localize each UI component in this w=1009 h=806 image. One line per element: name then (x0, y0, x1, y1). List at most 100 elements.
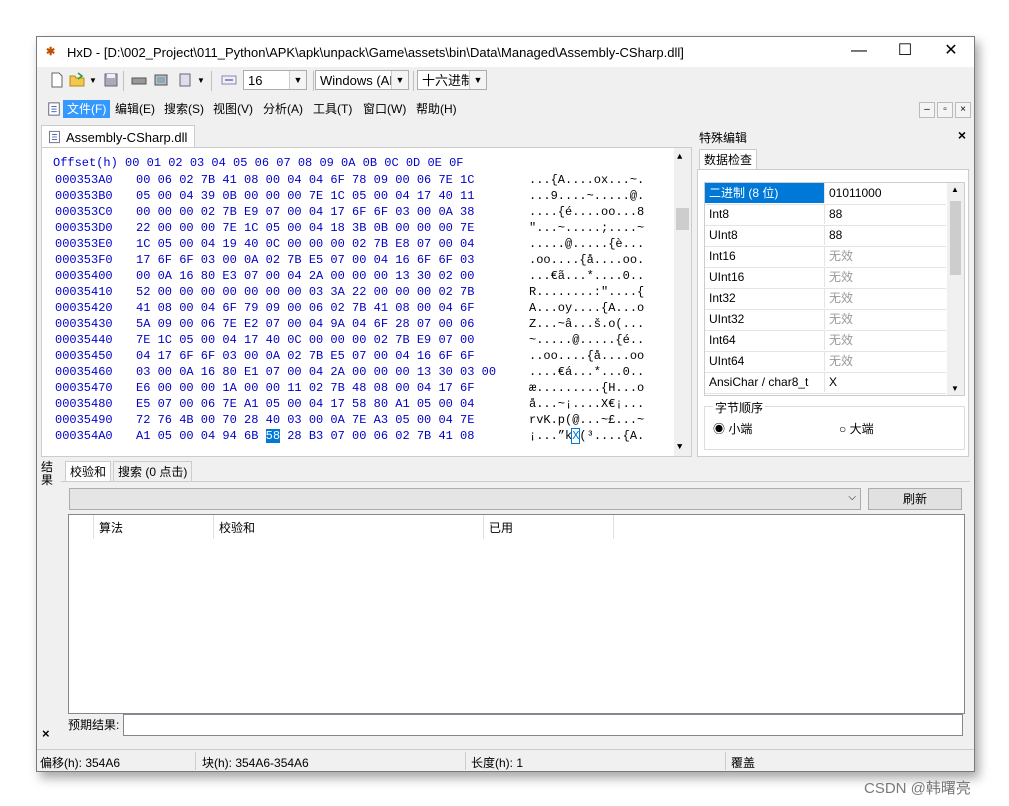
hex-row-bytes[interactable]: 7E 1C 05 00 04 17 40 0C 00 00 00 02 7B E… (136, 333, 474, 347)
results-close-icon[interactable]: × (42, 726, 50, 741)
hex-row-bytes[interactable]: 5A 09 00 06 7E E2 07 00 04 9A 04 6F 28 0… (136, 317, 474, 331)
inspector-value[interactable]: 无效 (827, 309, 948, 329)
menu-edit[interactable]: 编辑(E) (111, 100, 159, 118)
charset-select[interactable]: Windows (ANSI) ▼ (315, 70, 409, 90)
hex-row-text[interactable]: ...9....~.....@. (529, 189, 644, 203)
scroll-up-icon[interactable]: ▲ (951, 185, 959, 194)
hex-row[interactable]: 000354A0 A1 05 00 04 94 6B 58 28 B3 07 00… (42, 428, 672, 445)
text-segment[interactable]: ¡...”k (529, 429, 572, 443)
inspector-row[interactable]: UInt32 无效 (705, 309, 946, 331)
hex-row-text[interactable]: rvK.p(@...~£...~ (529, 413, 644, 427)
scroll-down-icon[interactable]: ▼ (677, 442, 682, 452)
hex-row[interactable]: 00035420 41 08 00 04 6F 79 09 00 06 02 7B… (42, 301, 672, 317)
mdi-minimize-button[interactable]: – (919, 102, 935, 118)
hex-row-text[interactable]: å...~¡....X€¡... (529, 397, 644, 411)
hex-row-bytes[interactable]: 00 0A 16 80 E3 07 00 04 2A 00 00 00 13 3… (136, 269, 474, 283)
tab-assembly-csharp[interactable]: Assembly-CSharp.dll (41, 125, 195, 148)
title-bar[interactable]: ✱ HxD - [D:\002_Project\011_Python\APK\a… (37, 37, 974, 67)
text-segment[interactable]: (³....{A. (579, 429, 644, 443)
open-ram-icon[interactable] (153, 72, 169, 88)
mdi-close-button[interactable]: × (955, 102, 971, 118)
menu-search[interactable]: 搜索(S) (160, 100, 208, 118)
scroll-up-icon[interactable]: ▲ (677, 152, 682, 162)
scroll-thumb[interactable] (950, 201, 961, 275)
open-disk-icon[interactable] (131, 72, 147, 88)
inspector-row[interactable]: UInt8 88 (705, 225, 946, 247)
tab-data-inspector[interactable]: 数据检查 (699, 149, 757, 170)
scroll-thumb[interactable] (676, 208, 689, 230)
inspector-value[interactable]: 无效 (827, 267, 948, 287)
hex-scrollbar[interactable]: ▲ ▼ (674, 148, 691, 456)
hex-bytes-segment[interactable]: A1 05 00 04 94 6B (136, 429, 266, 443)
hex-row-text[interactable]: ....€á...*...0.. (529, 365, 644, 379)
little-endian-radio[interactable]: ◉ 小端 (713, 420, 752, 437)
menu-file[interactable]: 文件(F) (63, 100, 111, 118)
save-icon[interactable] (103, 72, 119, 88)
hex-row-text[interactable]: .....@.....{è... (529, 237, 644, 251)
status-mode[interactable]: 覆盖 (731, 754, 755, 771)
tools-dropdown-arrow[interactable]: ▼ (197, 76, 205, 85)
inspector-value[interactable]: 无效 (827, 330, 948, 350)
hex-row-bytes[interactable]: 05 00 04 39 0B 00 00 00 7E 1C 05 00 04 1… (136, 189, 474, 203)
expected-result-input[interactable] (123, 714, 963, 736)
hex-row-bytes[interactable]: 41 08 00 04 6F 79 09 00 06 02 7B 41 08 0… (136, 301, 474, 315)
inspector-row[interactable]: UInt16 无效 (705, 267, 946, 289)
hex-row-bytes[interactable]: 00 00 00 02 7B E9 07 00 04 17 6F 6F 03 0… (136, 205, 474, 219)
menu-analysis[interactable]: 分析(A) (259, 100, 307, 118)
inspector-value[interactable]: 88 (827, 204, 948, 224)
algorithm-select[interactable]: ⌵ (69, 488, 861, 510)
inspector-row[interactable]: Int16 无效 (705, 246, 946, 268)
close-window-button[interactable]: ✕ (928, 37, 974, 67)
hex-row-text[interactable]: Z...~â...š.o(... (529, 317, 644, 331)
hex-row[interactable]: 000353B0 05 00 04 39 0B 00 00 00 7E 1C 05… (42, 189, 672, 205)
hex-row-text[interactable]: æ.........{H...o (529, 381, 644, 395)
hex-row-bytes[interactable]: 72 76 4B 00 70 28 40 03 00 0A 7E A3 05 0… (136, 413, 474, 427)
file-tools-icon[interactable] (177, 72, 193, 88)
inspector-row[interactable]: 二进制 (8 位) 01011000 (705, 183, 946, 205)
hex-row[interactable]: 00035430 5A 09 00 06 7E E2 07 00 04 9A 04… (42, 317, 672, 333)
column-checksum[interactable]: 校验和 (219, 519, 255, 536)
hex-row-text[interactable]: ....{é....oo...8 (529, 205, 644, 219)
hex-bytes-segment[interactable]: 28 B3 07 00 06 02 7B 41 08 (280, 429, 474, 443)
new-file-icon[interactable] (49, 72, 65, 88)
inspector-row[interactable]: AnsiChar / char8_t X (705, 372, 946, 394)
hex-row-text[interactable]: ...{A....ox...~. (529, 173, 644, 187)
hex-row[interactable]: 000353F0 17 6F 6F 03 00 0A 02 7B E5 07 00… (42, 253, 672, 269)
hex-row-bytes[interactable]: 04 17 6F 6F 03 00 0A 02 7B E5 07 00 04 1… (136, 349, 474, 363)
hex-row[interactable]: 00035460 03 00 0A 16 80 E1 07 00 04 2A 00… (42, 365, 672, 381)
hex-row-bytes[interactable]: 1C 05 00 04 19 40 0C 00 00 00 02 7B E8 0… (136, 237, 474, 251)
menu-view[interactable]: 视图(V) (209, 100, 257, 118)
special-editor-close-button[interactable]: × (958, 127, 966, 143)
offset-base-select[interactable]: 十六进制 ▼ (417, 70, 487, 90)
hex-row[interactable]: 00035440 7E 1C 05 00 04 17 40 0C 00 00 00… (42, 333, 672, 349)
hex-row[interactable]: 000353E0 1C 05 00 04 19 40 0C 00 00 00 02… (42, 237, 672, 253)
hex-row-text[interactable]: .oo....{å....oo. (529, 253, 644, 267)
hex-row-bytes[interactable]: 52 00 00 00 00 00 00 00 03 3A 22 00 00 0… (136, 285, 474, 299)
minimize-button[interactable]: — (836, 37, 882, 67)
hex-row-bytes[interactable]: 00 06 02 7B 41 08 00 04 04 6F 78 09 00 0… (136, 173, 474, 187)
data-inspector-grid[interactable]: 二进制 (8 位) 01011000 Int8 88 UInt8 88 Int16 无效 UIn… (704, 182, 965, 396)
hex-row[interactable]: 00035470 E6 00 00 00 1A 00 00 11 02 7B 48… (42, 381, 672, 397)
bytes-per-row-select[interactable]: 16 ▼ (243, 70, 307, 90)
hex-row-bytes[interactable]: E6 00 00 00 1A 00 00 11 02 7B 48 08 00 0… (136, 381, 474, 395)
inspector-row[interactable]: UInt64 无效 (705, 351, 946, 373)
tab-checksum[interactable]: 校验和 (65, 461, 112, 482)
hex-row-text[interactable]: ~.....@.....{é.. (529, 333, 644, 347)
menu-tools[interactable]: 工具(T) (309, 100, 356, 118)
inspector-row[interactable]: Int64 无效 (705, 330, 946, 352)
column-algorithm[interactable]: 算法 (99, 519, 123, 536)
checksum-list[interactable]: 算法 校验和 已用 (68, 514, 965, 714)
scroll-down-icon[interactable]: ▼ (951, 384, 959, 393)
hex-row[interactable]: 000353A0 00 06 02 7B 41 08 00 04 04 6F 78… (42, 173, 672, 189)
open-dropdown-arrow[interactable]: ▼ (89, 76, 97, 85)
inspector-value[interactable]: 88 (827, 225, 948, 245)
inspector-value[interactable]: 01011000 (827, 183, 948, 203)
mdi-restore-button[interactable]: ▫ (937, 102, 953, 118)
hex-row-text[interactable]: ...€ã...*....0.. (529, 269, 644, 283)
menu-help[interactable]: 帮助(H) (412, 100, 461, 118)
hex-editor-view[interactable]: Offset(h) 00 01 02 03 04 05 06 07 08 09 … (41, 147, 692, 457)
open-folder-icon[interactable] (69, 72, 85, 88)
refresh-button[interactable]: 刷新 (868, 488, 962, 510)
inspector-value[interactable]: 无效 (827, 288, 948, 308)
hex-row-bytes[interactable]: 17 6F 6F 03 00 0A 02 7B E5 07 00 04 16 6… (136, 253, 474, 267)
